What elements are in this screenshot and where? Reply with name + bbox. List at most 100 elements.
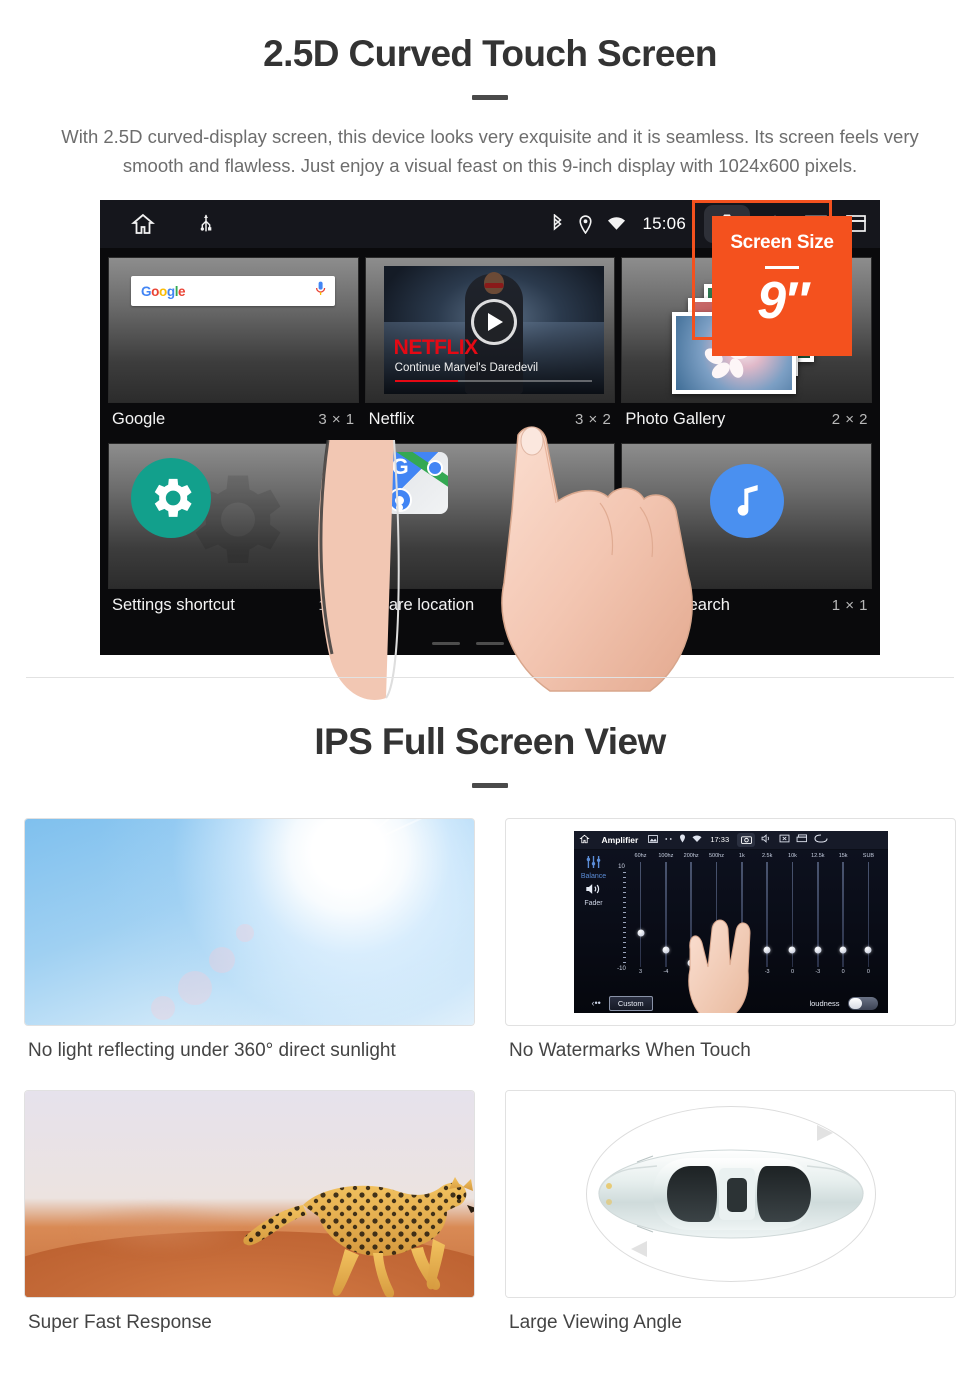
gallery-icon[interactable] [648, 834, 659, 845]
slider-knob[interactable] [662, 946, 670, 954]
eq-slider[interactable] [807, 861, 829, 967]
bluetooth-icon [551, 214, 564, 234]
loudness-toggle[interactable] [847, 996, 878, 1010]
device-screenshot-wrapper: Screen Size 9″ 15:06 Google Google 3 × 1… [100, 200, 880, 692]
scale-bottom-value: -10 [617, 965, 626, 972]
netflix-subtitle: Continue Marvel's Daredevil [394, 362, 539, 375]
slider-track[interactable] [662, 861, 670, 967]
camera-icon[interactable] [737, 832, 756, 847]
netflix-widget[interactable]: NETFLIX Continue Marvel's Daredevil [364, 257, 616, 404]
sound-search-widget[interactable] [621, 443, 872, 590]
section-divider [26, 677, 954, 679]
preset-button[interactable]: Custom [608, 995, 653, 1011]
google-search-widget[interactable]: Google [108, 257, 359, 404]
balance-label[interactable]: Balance [581, 873, 606, 880]
slider-knob[interactable] [814, 946, 822, 954]
microphone-icon[interactable] [315, 281, 326, 301]
previous-preset-button[interactable]: ‹•• [592, 998, 601, 1008]
eq-slider[interactable] [857, 861, 879, 967]
page-dot[interactable] [432, 642, 460, 646]
lens-flare [236, 923, 255, 942]
car-top-view-illustration [505, 1089, 956, 1298]
close-box-icon[interactable] [779, 834, 790, 845]
feature-card-grid: No light reflecting under 360° direct su… [24, 817, 956, 1352]
slider-track[interactable] [864, 861, 872, 967]
slider-track[interactable] [637, 861, 644, 967]
widget-google[interactable]: Google Google 3 × 1 [108, 257, 359, 437]
widget-label: Settings shortcut [112, 596, 235, 615]
search-input[interactable]: Google [131, 276, 335, 307]
widget-label: Netflix [368, 410, 415, 429]
loudness-label: loudness [809, 998, 840, 1008]
slider-knob[interactable] [637, 929, 644, 937]
slider-track[interactable] [839, 861, 847, 967]
band-value: 0 [790, 968, 794, 975]
progress-bar [394, 380, 593, 383]
widget-size: 3 × 1 [318, 411, 355, 429]
slider-knob[interactable] [839, 946, 847, 954]
card-caption: Super Fast Response [28, 1311, 212, 1333]
eq-slider[interactable] [832, 861, 854, 967]
recents-icon[interactable] [796, 834, 808, 845]
sky-gradient [25, 818, 474, 1025]
eq-slider[interactable] [630, 861, 652, 967]
amplifier-time: 17:33 [710, 835, 730, 845]
dust-cloud [69, 1202, 250, 1256]
slider-knob[interactable] [763, 946, 771, 954]
status-bar-time: 15:06 [642, 214, 686, 234]
slider-track[interactable] [814, 861, 822, 967]
running-cheetah-photo [24, 1089, 475, 1298]
slider-knob[interactable] [788, 946, 796, 954]
band-value: -4 [663, 968, 669, 975]
gear-icon[interactable] [131, 458, 211, 539]
widget-sound-search[interactable]: Sound Search 1 × 1 [621, 443, 872, 623]
amplifier-sidebar: Balance Fader [574, 850, 614, 1013]
more-dots-icon[interactable] [664, 835, 673, 845]
title-underline [472, 94, 508, 100]
character-glasses [484, 282, 504, 288]
page-indicator[interactable] [432, 642, 548, 646]
slider-track[interactable] [788, 861, 796, 967]
cheetah-silhouette [242, 1176, 474, 1297]
location-pin-icon [679, 834, 686, 845]
gain-scale: 10 -10 [616, 864, 628, 972]
netflix-logo: NETFLIX [393, 336, 479, 360]
equalizer-icon[interactable] [585, 855, 602, 871]
page-title: 2.5D Curved Touch Screen [263, 33, 717, 74]
volume-icon[interactable] [761, 834, 773, 845]
screen-size-value: 9″ [757, 272, 809, 331]
amplifier-screenshot-frame: Amplifier 17:33 Balance Fader 60hz 100hz… [505, 817, 956, 1026]
band-label: 500hz [708, 852, 724, 859]
band-label: 100hz [658, 852, 674, 859]
page-dot-active[interactable] [520, 642, 548, 646]
sunny-sky-photo [24, 817, 475, 1026]
touching-hand-illustration [678, 909, 762, 1013]
home-icon[interactable] [130, 212, 156, 236]
hand-wrist [290, 439, 420, 710]
screen-size-divider [765, 266, 799, 270]
cheetah-scene [25, 1090, 474, 1297]
band-value: 0 [866, 968, 870, 975]
maps-pin-icon [426, 460, 443, 477]
feature-card-watermarks: Amplifier 17:33 Balance Fader 60hz 100hz… [505, 817, 956, 1080]
widget-size: 1 × 1 [575, 597, 612, 615]
section-2-underline [472, 782, 508, 788]
fader-speaker-icon[interactable] [585, 882, 602, 898]
fader-label[interactable]: Fader [584, 900, 602, 907]
wifi-icon [607, 216, 626, 232]
slider-track[interactable] [763, 861, 771, 967]
card-caption: No Watermarks When Touch [509, 1039, 751, 1061]
slider-knob[interactable] [864, 946, 872, 954]
home-icon[interactable] [578, 834, 590, 846]
music-note-icon[interactable] [709, 464, 784, 539]
band-label: 60hz [634, 852, 647, 859]
feature-card-sunlight: No light reflecting under 360° direct su… [24, 817, 475, 1080]
back-arrow-icon[interactable] [814, 834, 828, 845]
band-value: 0 [841, 968, 845, 975]
band-value: -3 [815, 968, 821, 975]
eq-slider[interactable] [781, 861, 803, 967]
eq-slider[interactable] [655, 861, 677, 967]
amplifier-screen: Amplifier 17:33 Balance Fader 60hz 100hz… [573, 830, 888, 1013]
page-dot[interactable] [476, 642, 504, 646]
widget-netflix[interactable]: NETFLIX Continue Marvel's Daredevil Netf… [364, 257, 616, 437]
